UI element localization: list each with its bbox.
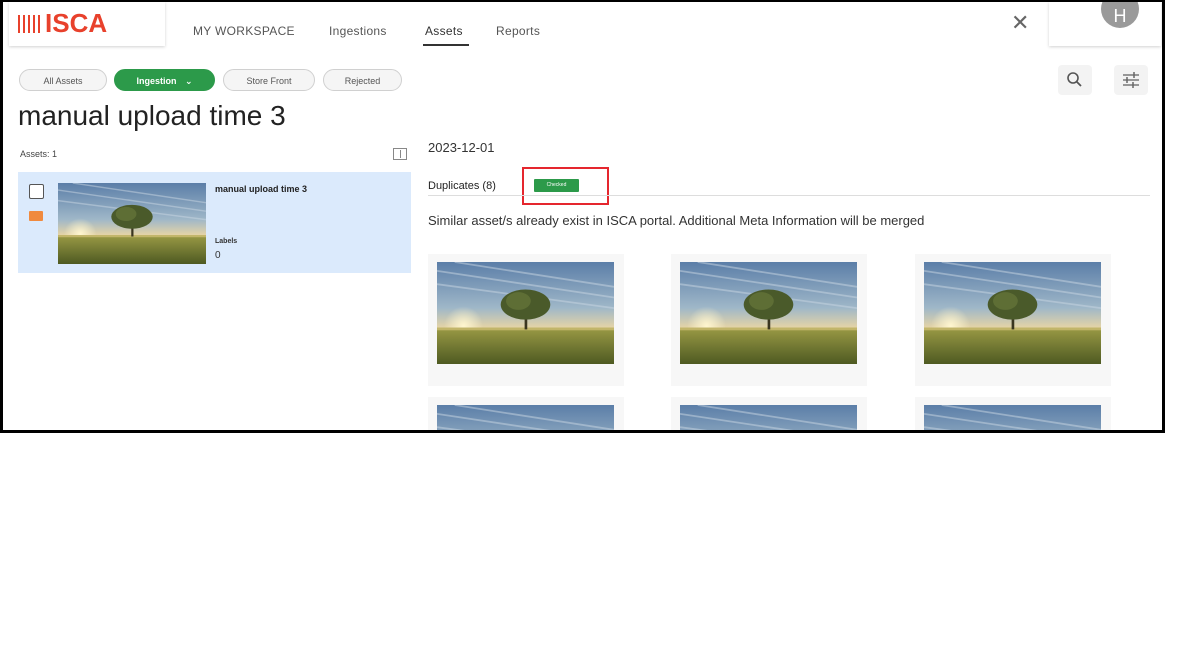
logo-bars-icon xyxy=(18,15,43,33)
nav-ingestions[interactable]: Ingestions xyxy=(329,24,387,38)
app-window: ISCA MY WORKSPACE Ingestions Assets Repo… xyxy=(0,0,1165,433)
tab-duplicates[interactable]: Duplicates (8) xyxy=(428,180,496,192)
duplicate-thumbnail xyxy=(437,262,614,364)
filter-ingestion[interactable]: Ingestion ⌄ xyxy=(114,69,215,91)
filter-ingestion-label: Ingestion xyxy=(136,76,177,86)
nav-assets[interactable]: Assets xyxy=(425,24,463,38)
top-bar: ISCA MY WORKSPACE Ingestions Assets Repo… xyxy=(3,2,1162,50)
nav-my-workspace[interactable]: MY WORKSPACE xyxy=(193,24,295,38)
filter-sliders-icon xyxy=(1123,72,1139,88)
filter-store-front[interactable]: Store Front xyxy=(223,69,315,91)
duplicate-thumbnail xyxy=(437,405,614,430)
highlight-box xyxy=(522,167,609,205)
duplicate-card[interactable] xyxy=(915,397,1111,430)
assets-count: Assets: 1 xyxy=(20,149,58,159)
duplicate-card[interactable] xyxy=(671,397,867,430)
duplicate-card[interactable] xyxy=(915,254,1111,386)
search-button[interactable] xyxy=(1058,65,1092,95)
duplicate-thumbnail xyxy=(924,405,1101,430)
duplicate-thumbnail xyxy=(680,262,857,364)
close-icon[interactable]: ✕ xyxy=(1011,10,1029,36)
asset-thumbnail[interactable] xyxy=(58,183,206,264)
asset-name: manual upload time 3 xyxy=(215,184,308,194)
logo[interactable]: ISCA xyxy=(9,2,165,46)
logo-text: ISCA xyxy=(45,8,108,38)
tab-divider xyxy=(428,195,1150,196)
asset-date: 2023-12-01 xyxy=(428,140,495,155)
asset-list-item[interactable]: manual upload time 3 Labels 0 xyxy=(18,172,411,273)
user-menu[interactable]: H xyxy=(1049,2,1161,46)
page-title: manual upload time 3 xyxy=(18,100,286,131)
duplicate-card[interactable] xyxy=(428,254,624,386)
duplicate-thumbnail xyxy=(924,262,1101,364)
panel-collapse-icon[interactable] xyxy=(393,148,407,160)
filter-all-assets[interactable]: All Assets xyxy=(19,69,107,91)
asset-checkbox[interactable] xyxy=(29,184,44,199)
nav-reports[interactable]: Reports xyxy=(496,24,540,38)
duplicate-thumbnail xyxy=(680,405,857,430)
labels-count: 0 xyxy=(215,250,221,261)
image-type-icon xyxy=(29,211,43,221)
filter-rejected[interactable]: Rejected xyxy=(323,69,402,91)
duplicate-card[interactable] xyxy=(671,254,867,386)
avatar[interactable]: H xyxy=(1101,2,1139,28)
labels-label: Labels xyxy=(215,238,238,245)
duplicates-info-text: Similar asset/s already exist in ISCA po… xyxy=(428,213,925,228)
filter-settings-button[interactable] xyxy=(1114,65,1148,95)
duplicate-card[interactable] xyxy=(428,397,624,430)
chevron-down-icon: ⌄ xyxy=(184,76,193,86)
search-icon xyxy=(1067,72,1082,87)
nav-active-underline xyxy=(423,44,469,46)
